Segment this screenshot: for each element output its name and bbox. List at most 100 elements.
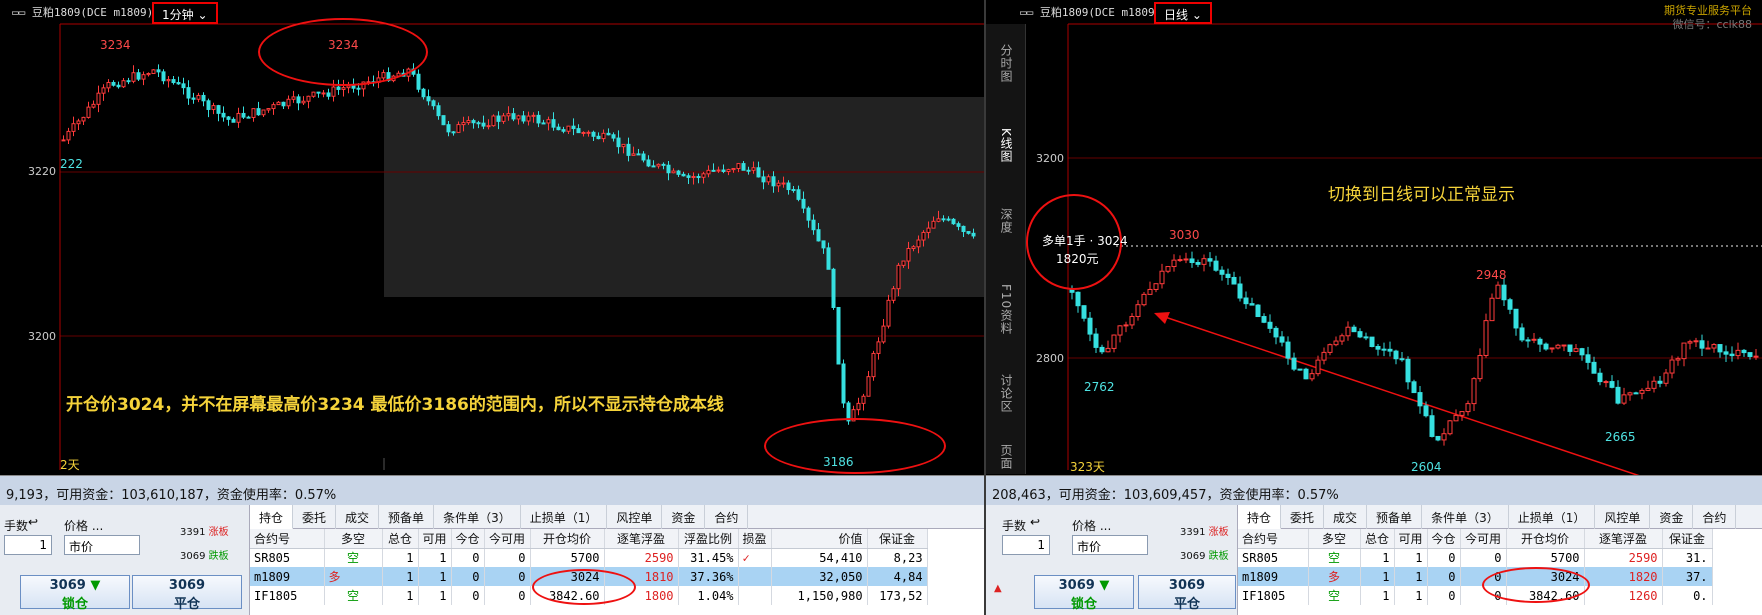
candle-body	[216, 105, 221, 114]
left-pane: ▭▭ 豆粕1809(DCE m1809) 1分钟 ⌄ 3234 3234 318…	[0, 0, 984, 615]
close-position-button[interactable]: 3069 平仓	[1138, 575, 1236, 612]
candle-body	[536, 114, 541, 124]
candle-body	[151, 69, 156, 75]
col-today[interactable]: 今仓	[451, 529, 485, 549]
minute-chart[interactable]: ▭▭ 豆粕1809(DCE m1809) 1分钟 ⌄ 3234 3234 318…	[0, 0, 984, 475]
candle-body	[926, 227, 931, 233]
period-selector[interactable]: 1分钟 ⌄	[152, 2, 218, 24]
daily-chart[interactable]: ▭▭ 豆粕1809(DCE m1809) 日线 ⌄ 期货专业服务平台 微信号：cc…	[986, 0, 1762, 475]
col-today-available[interactable]: 今可用	[1460, 529, 1507, 549]
candle-body	[1315, 359, 1321, 375]
candle-body	[1693, 340, 1699, 343]
candle-body	[1615, 386, 1621, 404]
candle-body	[451, 131, 456, 134]
candle-body	[1735, 349, 1741, 357]
candle-body	[331, 86, 336, 97]
tab-orders[interactable]: 委托	[293, 505, 337, 529]
candle-body	[196, 94, 201, 100]
lock-position-button[interactable]: 3069 ▼ 锁仓	[1034, 575, 1134, 612]
col-today-available[interactable]: 今可用	[484, 529, 531, 549]
tab-preorders[interactable]: 预备单	[1367, 505, 1423, 529]
tab-discussion[interactable]: 讨论区	[998, 374, 1015, 413]
tab-depth[interactable]: 深度	[998, 208, 1015, 234]
col-pnl-ratio[interactable]: 浮盈比例	[678, 529, 739, 549]
days-label: 323天	[1070, 460, 1105, 474]
lock-position-button[interactable]: 3069 ▼ 锁仓	[20, 575, 130, 612]
candle-body	[721, 169, 726, 172]
col-margin[interactable]: 保证金	[867, 529, 928, 549]
qty-input[interactable]: 1	[4, 535, 52, 555]
table-row[interactable]: SR805 空 1 1 0 0 5700 2590 31.	[1238, 548, 1713, 567]
col-margin[interactable]: 保证金	[1662, 529, 1713, 549]
candle-body	[491, 115, 496, 127]
candle-body	[786, 182, 791, 191]
col-total[interactable]: 总仓	[1360, 529, 1395, 549]
col-today[interactable]: 今仓	[1427, 529, 1461, 549]
col-available[interactable]: 可用	[1394, 529, 1428, 549]
candle-body	[1477, 354, 1483, 380]
candle-body	[581, 131, 586, 134]
candle-body	[596, 135, 601, 140]
candle-body	[1243, 297, 1249, 305]
candle-body	[516, 115, 521, 120]
col-contract[interactable]: 合约号	[1238, 529, 1309, 549]
candle-body	[511, 113, 516, 120]
candle-body	[636, 153, 641, 156]
tab-risk[interactable]: 风控单	[1595, 505, 1651, 529]
candle-body	[326, 92, 331, 97]
candle-body	[166, 79, 171, 82]
price-input[interactable]: 市价	[64, 535, 140, 555]
price-input[interactable]: 市价	[1072, 535, 1148, 555]
tab-f10[interactable]: F10资料	[998, 284, 1015, 335]
table-row[interactable]: IF1805 空 1 1 0 0 3842.60 1260 0.	[1238, 586, 1713, 605]
tab-positions[interactable]: 持仓	[1238, 505, 1282, 529]
candle-body	[1579, 348, 1585, 356]
col-contract[interactable]: 合约号	[250, 529, 325, 549]
tab-trades[interactable]: 成交	[336, 505, 380, 529]
col-value[interactable]: 价值	[771, 529, 868, 549]
table-row[interactable]: SR805 空 1 1 0 0 5700 2590 31.45% ✓ 54,410 8,23	[250, 548, 928, 567]
period-selector[interactable]: 日线 ⌄	[1154, 2, 1212, 24]
tab-trades[interactable]: 成交	[1324, 505, 1368, 529]
col-float-pnl[interactable]: 逐笔浮盈	[1584, 529, 1663, 549]
col-open-price[interactable]: 开仓均价	[530, 529, 605, 549]
candle-body	[856, 402, 861, 411]
candle-body	[421, 88, 426, 98]
tab-conditional[interactable]: 条件单（3）	[1422, 505, 1509, 529]
candle-body	[201, 94, 206, 102]
col-direction[interactable]: 多空	[1308, 529, 1361, 549]
candle-body	[811, 219, 816, 231]
tab-preorders[interactable]: 预备单	[379, 505, 435, 529]
col-available[interactable]: 可用	[418, 529, 452, 549]
tab-stoploss[interactable]: 止损单（1）	[521, 505, 608, 529]
tab-risk[interactable]: 风控单	[607, 505, 663, 529]
col-direction[interactable]: 多空	[324, 529, 383, 549]
col-open-price[interactable]: 开仓均价	[1506, 529, 1585, 549]
tab-page[interactable]: 页面	[998, 444, 1015, 470]
close-position-button[interactable]: 3069 平仓	[132, 575, 242, 612]
undo-icon[interactable]: ↩	[1030, 515, 1040, 529]
col-float-pnl[interactable]: 逐笔浮盈	[604, 529, 679, 549]
col-pnl[interactable]: 损盈	[738, 529, 772, 549]
candle-body	[1339, 335, 1345, 342]
tab-kline[interactable]: K线图	[998, 128, 1015, 163]
table-row[interactable]: m1809 多 1 1 0 0 3024 1820 37.	[1238, 567, 1713, 586]
qty-input[interactable]: 1	[1002, 535, 1050, 555]
candle-body	[1537, 338, 1543, 345]
tab-funds[interactable]: 资金	[662, 505, 706, 529]
tab-contracts[interactable]: 合约	[705, 505, 749, 529]
tab-positions[interactable]: 持仓	[250, 505, 294, 529]
candle-body	[1405, 358, 1411, 383]
tab-funds[interactable]: 资金	[1650, 505, 1694, 529]
tab-orders[interactable]: 委托	[1281, 505, 1325, 529]
tab-conditional[interactable]: 条件单（3）	[434, 505, 521, 529]
candle-body	[631, 153, 636, 156]
candle-body	[761, 176, 766, 183]
high-label-2: 3234	[328, 38, 359, 52]
col-total[interactable]: 总仓	[382, 529, 419, 549]
undo-icon[interactable]: ↩	[28, 515, 38, 529]
candle-body	[696, 176, 701, 179]
tab-stoploss[interactable]: 止损单（1）	[1509, 505, 1596, 529]
tab-time-sharing[interactable]: 分时图	[998, 44, 1015, 83]
tab-contracts[interactable]: 合约	[1693, 505, 1737, 529]
